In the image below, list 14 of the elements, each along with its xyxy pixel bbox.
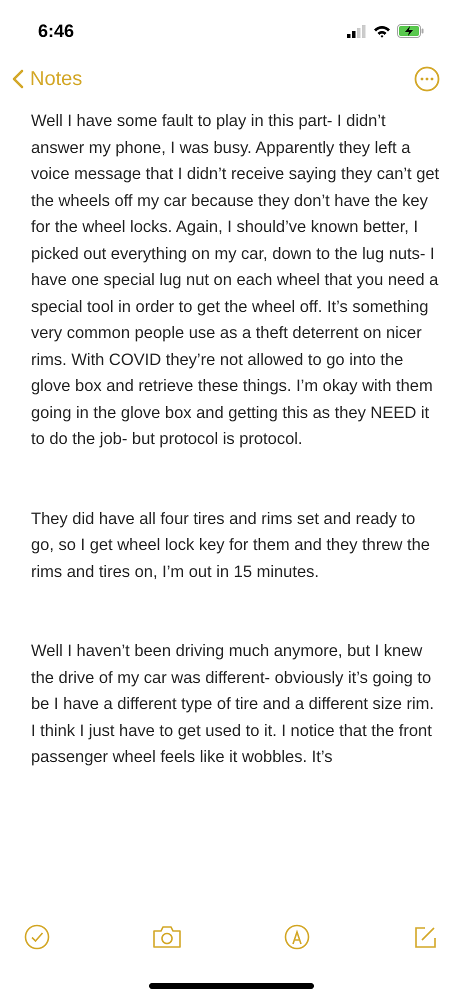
back-chevron-icon [12, 69, 24, 89]
compose-icon[interactable] [412, 924, 438, 950]
status-time: 6:46 [38, 20, 74, 42]
camera-icon[interactable] [152, 925, 182, 949]
more-icon[interactable] [414, 66, 440, 92]
note-paragraph: Well I have some fault to play in this part- I didn’t answer my phone, I was busy. Apparently they left a voice message that I didn’t receive saying they can’t get the wheels off my car because they don’t have the key for the wheel locks. Again, I should’ve known better, I picked out everything on my car, down to the lug nuts- I have one special lug nut on each wheel that you need a special tool in order to get the wheel off. It’s something very common people use as a theft deterrent on nicer rims. With COVID they’re not allowed to go into the glove box and retrieve these things. I’m okay with them going in the glove box and getting this as they NEED it to do the job- but protocol is protocol. [31, 111, 440, 450]
pen-tip-icon[interactable] [284, 924, 310, 950]
wifi-icon [373, 24, 391, 38]
checkmark-icon[interactable] [24, 924, 50, 950]
battery-icon [397, 24, 424, 38]
signal-icon [347, 24, 367, 38]
back-button[interactable]: Notes [12, 64, 82, 94]
note-paragraph: Well I haven’t been driving much anymore, but I knew the drive of my car was different- obviously it’s going to be I have a different type of tire and a different size rim. I think I just have to get used to it. I notice that the front passenger wheel feels like it wobbles. It’s [31, 641, 435, 768]
note-paragraph: They did have all four tires and rims set and ready to go, so I get wheel lock key for them and they threw the rims and tires on, I’m out in 15 minutes. [31, 508, 431, 582]
